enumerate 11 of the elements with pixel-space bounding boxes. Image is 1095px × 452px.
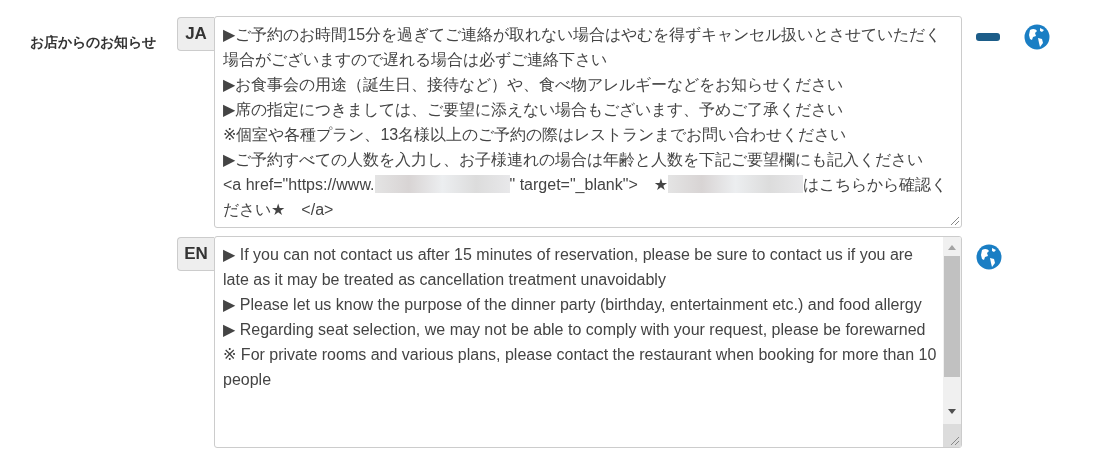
minus-icon[interactable] (976, 33, 1000, 41)
language-tag: JA (177, 17, 214, 51)
resize-grip-icon[interactable] (950, 216, 959, 225)
globe-icon[interactable] (976, 244, 1002, 270)
text-area[interactable]: ▶ If you can not contact us after 15 minutes of reservation, please be sure to contact us if you are late as it may be treated as cancellation treatment unavoidably ▶ Please let us know the purpose of the dinner party (birthday, entertainment etc.) and food allergy ▶ Regarding seat selection, we may not be able to comply with your request, please be forewarned ※ For private rooms and various plans, please contact the restaurant when booking for more than 10 people (214, 236, 962, 448)
text-area[interactable]: ▶ご予約のお時間15分を過ぎてご連絡が取れない場合はやむを得ずキャンセル扱いとさせていただく場合がございますので遅れる場合は必ずご連絡下さい ▶お食事会の用途（誕生日、接待など）や、食べ物アレルギーなどをお知らせください ▶席の指定につきましては、ご要望に添えない場合もございます、予めご了承ください ※個室や各種プラン、13名様以上のご予約の際はレストランまでお問い合わせください ▶ご予約すべての人数を入力し、お子様連れの場合は年齢と人数を下記ご要望欄にも記入ください <a href="https://www. " target="_blank"> ★ はこちらから確認ください★ </a> (214, 16, 962, 228)
field-label: お店からのお知らせ (30, 33, 157, 52)
language-tag: EN (177, 237, 214, 271)
resize-grip-icon[interactable] (950, 436, 959, 445)
scrollbar[interactable] (943, 237, 961, 447)
globe-icon[interactable] (1024, 24, 1050, 50)
